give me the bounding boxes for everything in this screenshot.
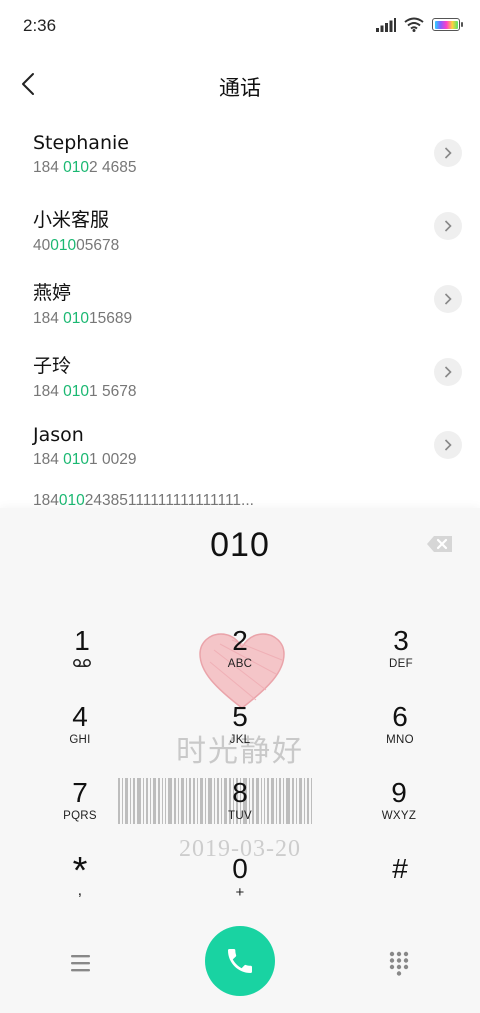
chevron-right-icon	[444, 220, 452, 232]
key-digit: 1	[74, 625, 90, 656]
key-4[interactable]: 4 GHI	[30, 702, 130, 772]
number-prefix: 40	[33, 237, 51, 254]
page-title: 通话	[219, 76, 261, 100]
contact-name: Stephanie	[33, 132, 129, 154]
key-digit: 8	[232, 777, 248, 808]
contact-detail-button[interactable]	[434, 285, 462, 313]
phone-icon	[228, 949, 252, 973]
contact-name: Jason	[33, 424, 84, 446]
contact-item[interactable]: 子玲 184 0101 5678	[0, 337, 480, 410]
header: 通话	[0, 52, 480, 116]
number-suffix: 15689	[89, 310, 133, 327]
key-letters: GHI	[69, 734, 91, 746]
key-digit: #	[392, 853, 408, 884]
contact-detail-button[interactable]	[434, 139, 462, 167]
keypad-toggle-button[interactable]	[386, 950, 412, 976]
contact-number: 4001005678	[33, 237, 480, 255]
chevron-right-icon	[444, 147, 452, 159]
key-digit: 5	[232, 701, 248, 732]
key-3[interactable]: 3 DEF	[351, 626, 451, 696]
number-match: 010	[50, 237, 77, 254]
contact-item[interactable]: Stephanie 184 0102 4685	[0, 118, 480, 191]
key-digit: 7	[72, 777, 88, 808]
key-letters: ABC	[227, 658, 253, 670]
contact-number: 184 0101 0029	[33, 451, 480, 469]
chevron-right-icon	[444, 366, 452, 378]
menu-icon	[71, 955, 90, 972]
key-letters: PQRS	[63, 810, 97, 822]
number-prefix: 184	[33, 159, 64, 176]
number-prefix: 184	[33, 451, 64, 468]
key-5[interactable]: 5 JKL	[190, 702, 290, 772]
number-match: 010	[63, 383, 90, 400]
key-digit: 6	[392, 701, 408, 732]
key-letters: MNO	[386, 734, 414, 746]
contact-name: 子玲	[33, 355, 72, 377]
number-prefix: 184	[33, 492, 59, 506]
key-digit: 0	[232, 853, 248, 884]
key-digit: 3	[393, 625, 409, 656]
contact-detail-button[interactable]	[434, 431, 462, 459]
key-digit: 4	[72, 701, 88, 732]
key-letters: TUV	[228, 810, 252, 822]
key-digit: 9	[391, 777, 407, 808]
number-prefix: 184	[33, 310, 64, 327]
chevron-right-icon	[444, 293, 452, 305]
voicemail-icon	[73, 659, 91, 667]
number-suffix: 1 0029	[89, 451, 137, 468]
key-letters: JKL	[229, 734, 251, 746]
number-match: 010	[63, 159, 90, 176]
number-suffix: 24385111111111111111...	[84, 492, 254, 506]
status-icons	[376, 17, 463, 32]
partial-contact-number[interactable]: 18401024385111111111111111...	[33, 492, 254, 506]
key-8[interactable]: 8 TUV	[190, 778, 290, 848]
status-time: 2:36	[23, 16, 57, 35]
contact-number: 184 0101 5678	[33, 383, 480, 401]
number-match: 010	[63, 310, 90, 327]
key-hash[interactable]: #	[350, 854, 450, 924]
key-9[interactable]: 9 WXYZ	[349, 778, 449, 848]
key-letters: +	[235, 884, 245, 901]
key-letters	[32, 658, 132, 671]
number-match: 010	[63, 451, 90, 468]
contact-detail-button[interactable]	[434, 212, 462, 240]
key-letters: ,	[77, 882, 83, 899]
backspace-icon	[427, 536, 452, 552]
number-suffix: 2 4685	[89, 159, 137, 176]
contact-list: Stephanie 184 0102 4685 小米客服 4001005678 …	[0, 118, 480, 483]
contact-item[interactable]: 小米客服 4001005678	[0, 191, 480, 264]
key-6[interactable]: 6 MNO	[350, 702, 450, 772]
signal-icon	[376, 17, 396, 32]
call-button[interactable]	[205, 926, 275, 996]
backspace-button[interactable]	[426, 534, 454, 554]
dialer-bottom-bar	[0, 924, 480, 1004]
key-star[interactable]: * ,	[30, 852, 130, 924]
contact-item[interactable]: Jason 184 0101 0029	[0, 410, 480, 483]
number-suffix: 05678	[76, 237, 120, 254]
key-letters: WXYZ	[381, 810, 417, 822]
key-1[interactable]: 1	[32, 626, 132, 696]
contact-number: 184 01015689	[33, 310, 480, 328]
dialed-number[interactable]: 010	[0, 526, 480, 565]
dialpad-icon	[389, 951, 409, 976]
key-letters: DEF	[389, 658, 413, 670]
key-7[interactable]: 7 PQRS	[30, 778, 130, 848]
contact-name: 燕婷	[33, 282, 72, 304]
contact-name: 小米客服	[33, 209, 110, 231]
battery-icon	[432, 18, 463, 31]
number-prefix: 184	[33, 383, 64, 400]
menu-button[interactable]	[66, 952, 96, 978]
contact-detail-button[interactable]	[434, 358, 462, 386]
status-bar: 2:36	[0, 0, 480, 52]
chevron-right-icon	[444, 439, 452, 451]
contact-item[interactable]: 燕婷 184 01015689	[0, 264, 480, 337]
key-digit: 2	[232, 625, 248, 656]
wifi-icon	[404, 17, 424, 32]
key-0[interactable]: 0 +	[190, 854, 290, 924]
dialpad: 时光静好 2019-03-20 010 1 2 ABC 3 DEF 4 GHI …	[0, 508, 480, 1013]
number-suffix: 1 5678	[89, 383, 137, 400]
number-match: 010	[58, 492, 85, 506]
key-2[interactable]: 2 ABC	[190, 626, 290, 696]
contact-number: 184 0102 4685	[33, 159, 480, 177]
